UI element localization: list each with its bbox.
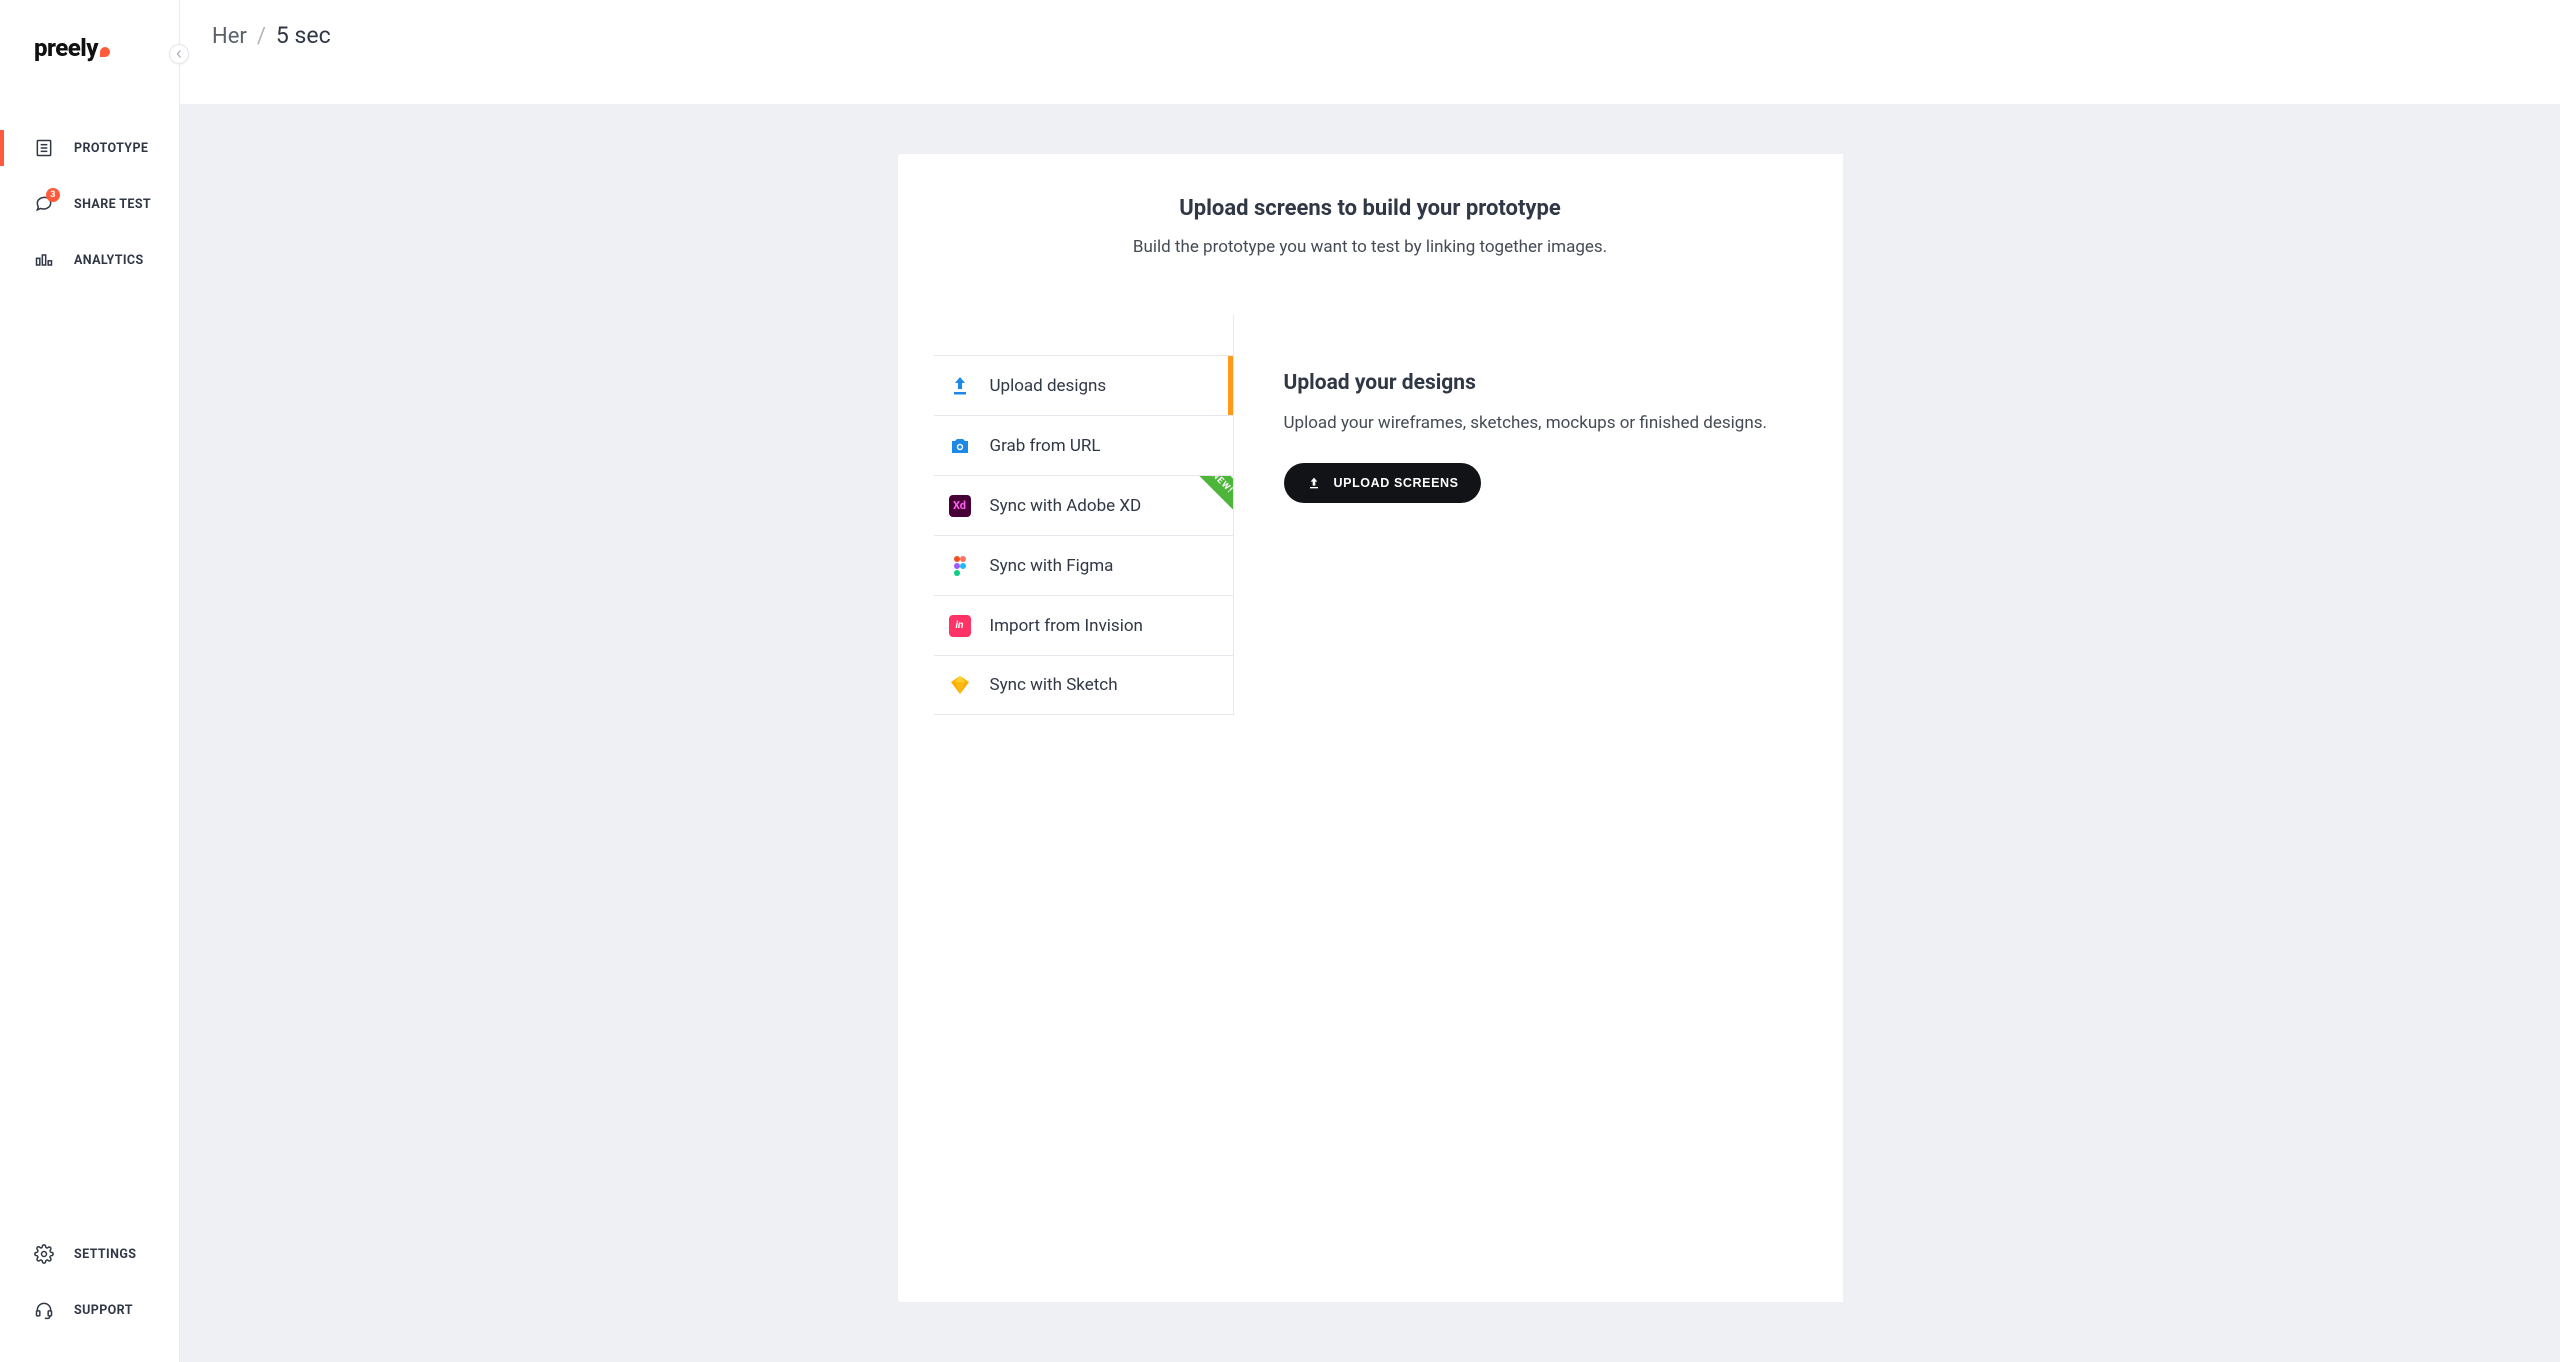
logo[interactable]: preely	[0, 0, 179, 92]
sidebar-item-prototype[interactable]: PROTOTYPE	[0, 120, 179, 176]
figma-icon	[948, 554, 972, 578]
main-column: Her / 5 sec Upload screens to build your…	[180, 0, 2560, 1362]
share-test-badge: 3	[46, 188, 60, 202]
option-upload-designs[interactable]: Upload designs	[934, 355, 1233, 415]
card-subtitle: Build the prototype you want to test by …	[958, 237, 1783, 257]
document-list-icon	[34, 138, 54, 158]
content-area: Upload screens to build your prototype B…	[180, 104, 2560, 1362]
sidebar-nav: PROTOTYPE 3 SHARE TEST ANALYTICS	[0, 120, 179, 288]
sidebar-item-label: SETTINGS	[74, 1247, 136, 1262]
adobe-xd-icon: Xd	[948, 494, 972, 518]
headset-icon	[34, 1300, 54, 1320]
option-detail-panel: Upload your designs Upload your wirefram…	[1234, 315, 1843, 715]
card-body: Upload designs Grab from URL Xd	[898, 315, 1843, 755]
option-sync-figma[interactable]: Sync with Figma	[934, 535, 1233, 595]
prototype-card: Upload screens to build your prototype B…	[898, 154, 1843, 1302]
sketch-icon	[948, 673, 972, 697]
upload-screens-button[interactable]: UPLOAD SCREENS	[1284, 463, 1481, 503]
option-label: Upload designs	[990, 376, 1107, 396]
logo-dot-icon	[100, 47, 110, 57]
breadcrumb-parent[interactable]: Her	[212, 24, 247, 49]
sidebar-item-share-test[interactable]: 3 SHARE TEST	[0, 176, 179, 232]
breadcrumb: Her / 5 sec	[212, 22, 331, 49]
sidebar-footer-nav: SETTINGS SUPPORT	[0, 1226, 179, 1338]
option-label: Import from Invision	[990, 616, 1143, 636]
card-title: Upload screens to build your prototype	[958, 196, 1783, 221]
upload-icon	[1306, 475, 1322, 491]
logo-text: preely	[34, 34, 98, 62]
upload-icon	[948, 374, 972, 398]
sidebar-item-label: ANALYTICS	[74, 253, 144, 268]
detail-description: Upload your wireframes, sketches, mockup…	[1284, 413, 1793, 433]
camera-icon	[948, 434, 972, 458]
speech-bubble-icon: 3	[34, 194, 54, 214]
sidebar-item-label: SUPPORT	[74, 1303, 133, 1318]
card-header: Upload screens to build your prototype B…	[898, 154, 1843, 257]
chevron-left-icon	[175, 50, 183, 58]
option-sync-sketch[interactable]: Sync with Sketch	[934, 655, 1233, 715]
sidebar-item-support[interactable]: SUPPORT	[0, 1282, 179, 1338]
option-sync-adobe-xd[interactable]: Xd Sync with Adobe XD NEW!	[934, 475, 1233, 535]
option-grab-url[interactable]: Grab from URL	[934, 415, 1233, 475]
upload-screens-button-label: UPLOAD SCREENS	[1334, 476, 1459, 490]
option-import-invision[interactable]: in Import from Invision	[934, 595, 1233, 655]
sidebar-item-label: PROTOTYPE	[74, 141, 148, 156]
sidebar-item-settings[interactable]: SETTINGS	[0, 1226, 179, 1282]
breadcrumb-current: 5 sec	[276, 22, 331, 49]
source-options-list: Upload designs Grab from URL Xd	[934, 315, 1234, 715]
option-label: Sync with Sketch	[990, 675, 1118, 695]
invision-icon: in	[948, 614, 972, 638]
analytics-icon	[34, 250, 54, 270]
detail-title: Upload your designs	[1284, 371, 1793, 395]
topbar: Her / 5 sec	[180, 0, 2560, 104]
new-ribbon: NEW!	[1182, 475, 1233, 523]
sidebar: preely PROTOTYPE 3 SHARE TEST	[0, 0, 180, 1362]
sidebar-item-analytics[interactable]: ANALYTICS	[0, 232, 179, 288]
gear-icon	[34, 1244, 54, 1264]
option-label: Sync with Figma	[990, 556, 1114, 576]
sidebar-item-label: SHARE TEST	[74, 197, 151, 212]
collapse-sidebar-button[interactable]	[169, 44, 189, 64]
breadcrumb-separator: /	[257, 24, 266, 49]
option-label: Grab from URL	[990, 436, 1101, 456]
option-label: Sync with Adobe XD	[990, 496, 1142, 516]
